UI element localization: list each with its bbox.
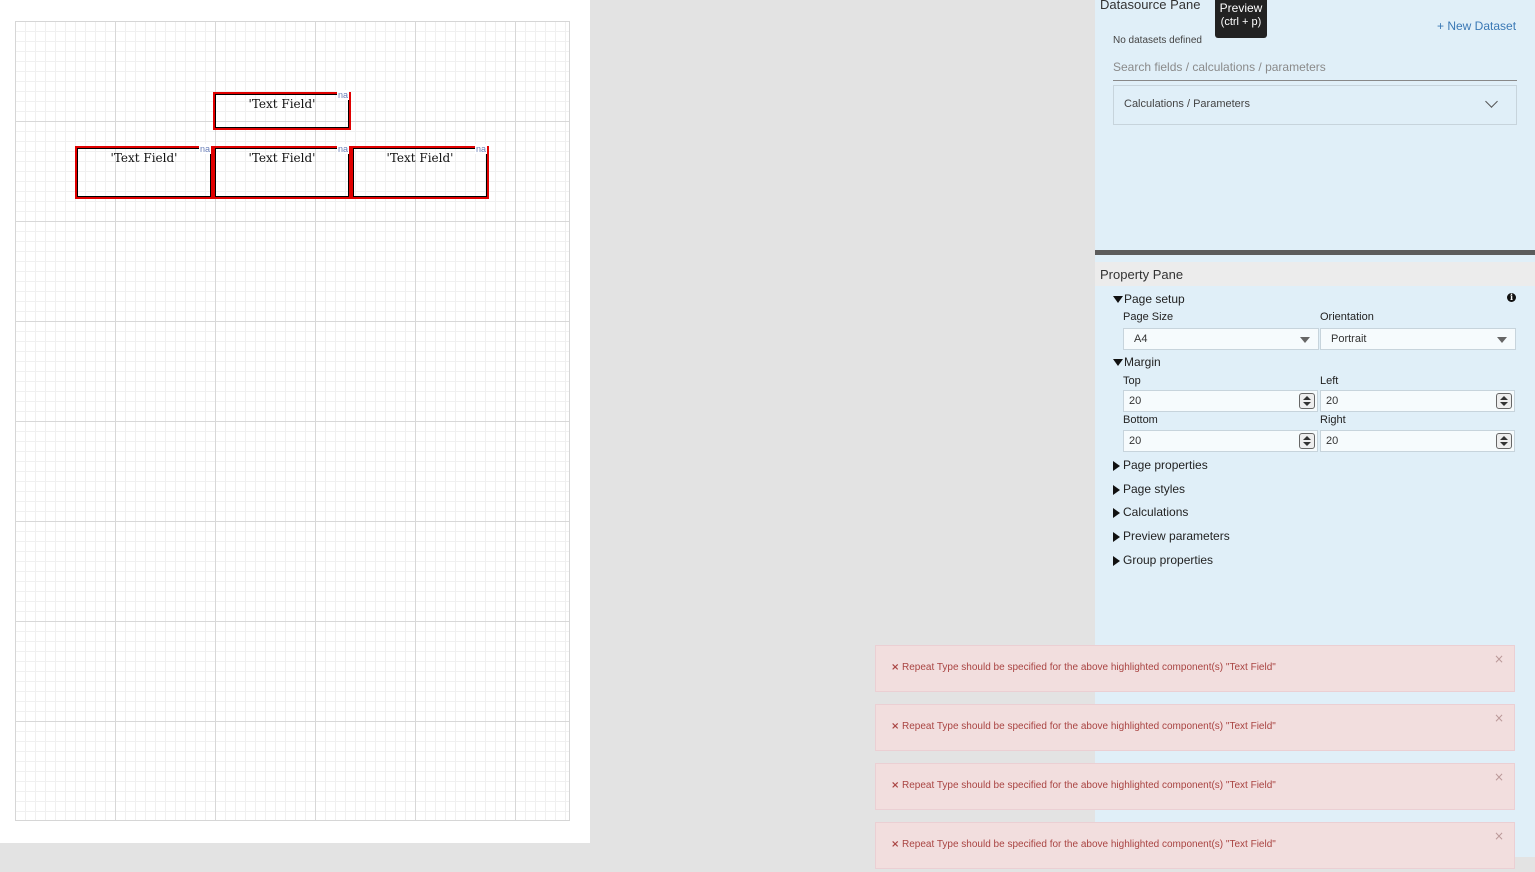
preview-parameters-toggle[interactable]: Preview parameters — [1113, 529, 1230, 543]
margin-right-input[interactable]: 20 — [1320, 430, 1515, 452]
caret-right-icon — [1113, 460, 1120, 471]
margin-left-label: Left — [1320, 375, 1339, 387]
field-type-tag: na — [474, 144, 487, 154]
search-fields-input[interactable] — [1113, 53, 1517, 81]
report-canvas: 'Text Field' na 'Text Field' na 'Text Fi… — [0, 0, 590, 843]
datasource-pane-title: Datasource Pane — [1100, 0, 1201, 12]
section-title: Page styles — [1123, 482, 1186, 496]
calculations-toggle[interactable]: Calculations — [1113, 505, 1188, 519]
info-icon[interactable]: i — [1507, 293, 1516, 302]
section-title: Margin — [1124, 355, 1161, 369]
group-properties-toggle[interactable]: Group properties — [1113, 553, 1213, 567]
toast-message: Repeat Type should be specified for the … — [902, 839, 1276, 850]
field-type-tag: na — [198, 144, 211, 154]
error-toast: × Repeat Type should be specified for th… — [875, 704, 1515, 751]
error-icon: × — [891, 780, 900, 791]
text-field-component[interactable]: 'Text Field' na — [351, 144, 489, 199]
section-title: Calculations — [1123, 505, 1189, 519]
page-setup-toggle[interactable]: Page setup — [1113, 292, 1185, 306]
orientation-select[interactable]: Portrait — [1320, 328, 1516, 350]
text-field-label: 'Text Field' — [248, 151, 316, 165]
chevron-down-icon — [1485, 95, 1498, 108]
caret-right-icon — [1113, 484, 1120, 495]
text-field-component[interactable]: 'Text Field' na — [213, 144, 351, 199]
caret-down-icon — [1113, 296, 1123, 304]
property-pane-header: Property Pane — [1095, 262, 1535, 286]
tooltip-shortcut: (ctrl + p) — [1220, 16, 1262, 28]
text-field-label: 'Text Field' — [110, 151, 178, 165]
page-styles-toggle[interactable]: Page styles — [1113, 482, 1185, 496]
orientation-label: Orientation — [1320, 311, 1374, 323]
toast-message: Repeat Type should be specified for the … — [902, 721, 1276, 732]
spinner-icon[interactable] — [1496, 393, 1512, 409]
margin-top-label: Top — [1123, 375, 1141, 387]
margin-toggle[interactable]: Margin — [1113, 355, 1161, 369]
caret-right-icon — [1113, 507, 1120, 518]
text-field-label: 'Text Field' — [386, 151, 454, 165]
section-title: Page setup — [1124, 292, 1185, 306]
margin-left-input[interactable]: 20 — [1320, 390, 1515, 412]
close-icon[interactable]: × — [1494, 829, 1504, 843]
field-type-tag: na — [336, 90, 349, 100]
select-value: Portrait — [1331, 333, 1367, 345]
toast-message: Repeat Type should be specified for the … — [902, 780, 1276, 791]
caret-down-icon — [1497, 337, 1507, 343]
page-properties-toggle[interactable]: Page properties — [1113, 458, 1208, 472]
caret-right-icon — [1113, 531, 1120, 542]
canvas-grid[interactable]: 'Text Field' na 'Text Field' na 'Text Fi… — [15, 21, 570, 821]
section-title: Page properties — [1123, 458, 1208, 472]
input-value: 20 — [1326, 435, 1339, 447]
section-title: Group properties — [1123, 553, 1214, 567]
error-toast: × Repeat Type should be specified for th… — [875, 822, 1515, 869]
error-icon: × — [891, 721, 900, 732]
close-icon[interactable]: × — [1494, 652, 1504, 666]
no-datasets-message: No datasets defined — [1113, 35, 1202, 46]
margin-bottom-input[interactable]: 20 — [1123, 430, 1318, 452]
input-value: 20 — [1129, 395, 1142, 407]
toast-message: Repeat Type should be specified for the … — [902, 662, 1276, 673]
text-field-label: 'Text Field' — [248, 97, 316, 111]
input-value: 20 — [1326, 395, 1339, 407]
calculations-parameters-dropdown[interactable]: Calculations / Parameters — [1113, 85, 1517, 125]
caret-right-icon — [1113, 555, 1120, 566]
error-icon: × — [891, 839, 900, 850]
margin-right-label: Right — [1320, 414, 1346, 426]
section-title: Preview parameters — [1123, 529, 1230, 543]
select-value: A4 — [1134, 333, 1148, 345]
margin-bottom-label: Bottom — [1123, 414, 1158, 426]
caret-down-icon — [1300, 337, 1310, 343]
field-type-tag: na — [336, 144, 349, 154]
property-pane-title: Property Pane — [1100, 267, 1184, 282]
text-field-component[interactable]: 'Text Field' na — [213, 90, 351, 130]
spinner-icon[interactable] — [1299, 393, 1315, 409]
close-icon[interactable]: × — [1494, 770, 1504, 784]
spinner-icon[interactable] — [1496, 433, 1512, 449]
pane-resize-divider[interactable] — [1095, 250, 1535, 255]
dropdown-label: Calculations / Parameters — [1124, 98, 1250, 110]
caret-down-icon — [1113, 359, 1123, 367]
page-size-label: Page Size — [1123, 311, 1174, 323]
margin-top-input[interactable]: 20 — [1123, 390, 1318, 412]
tooltip-title: Preview — [1219, 1, 1263, 15]
error-icon: × — [891, 662, 900, 673]
close-icon[interactable]: × — [1494, 711, 1504, 725]
text-field-component[interactable]: 'Text Field' na — [75, 144, 213, 199]
input-value: 20 — [1129, 435, 1142, 447]
new-dataset-link[interactable]: + New Dataset — [1437, 19, 1516, 33]
error-toast: × Repeat Type should be specified for th… — [875, 763, 1515, 810]
spinner-icon[interactable] — [1299, 433, 1315, 449]
page-size-select[interactable]: A4 — [1123, 328, 1319, 350]
error-toast: × Repeat Type should be specified for th… — [875, 645, 1515, 692]
preview-tooltip: Preview (ctrl + p) — [1215, 0, 1267, 38]
